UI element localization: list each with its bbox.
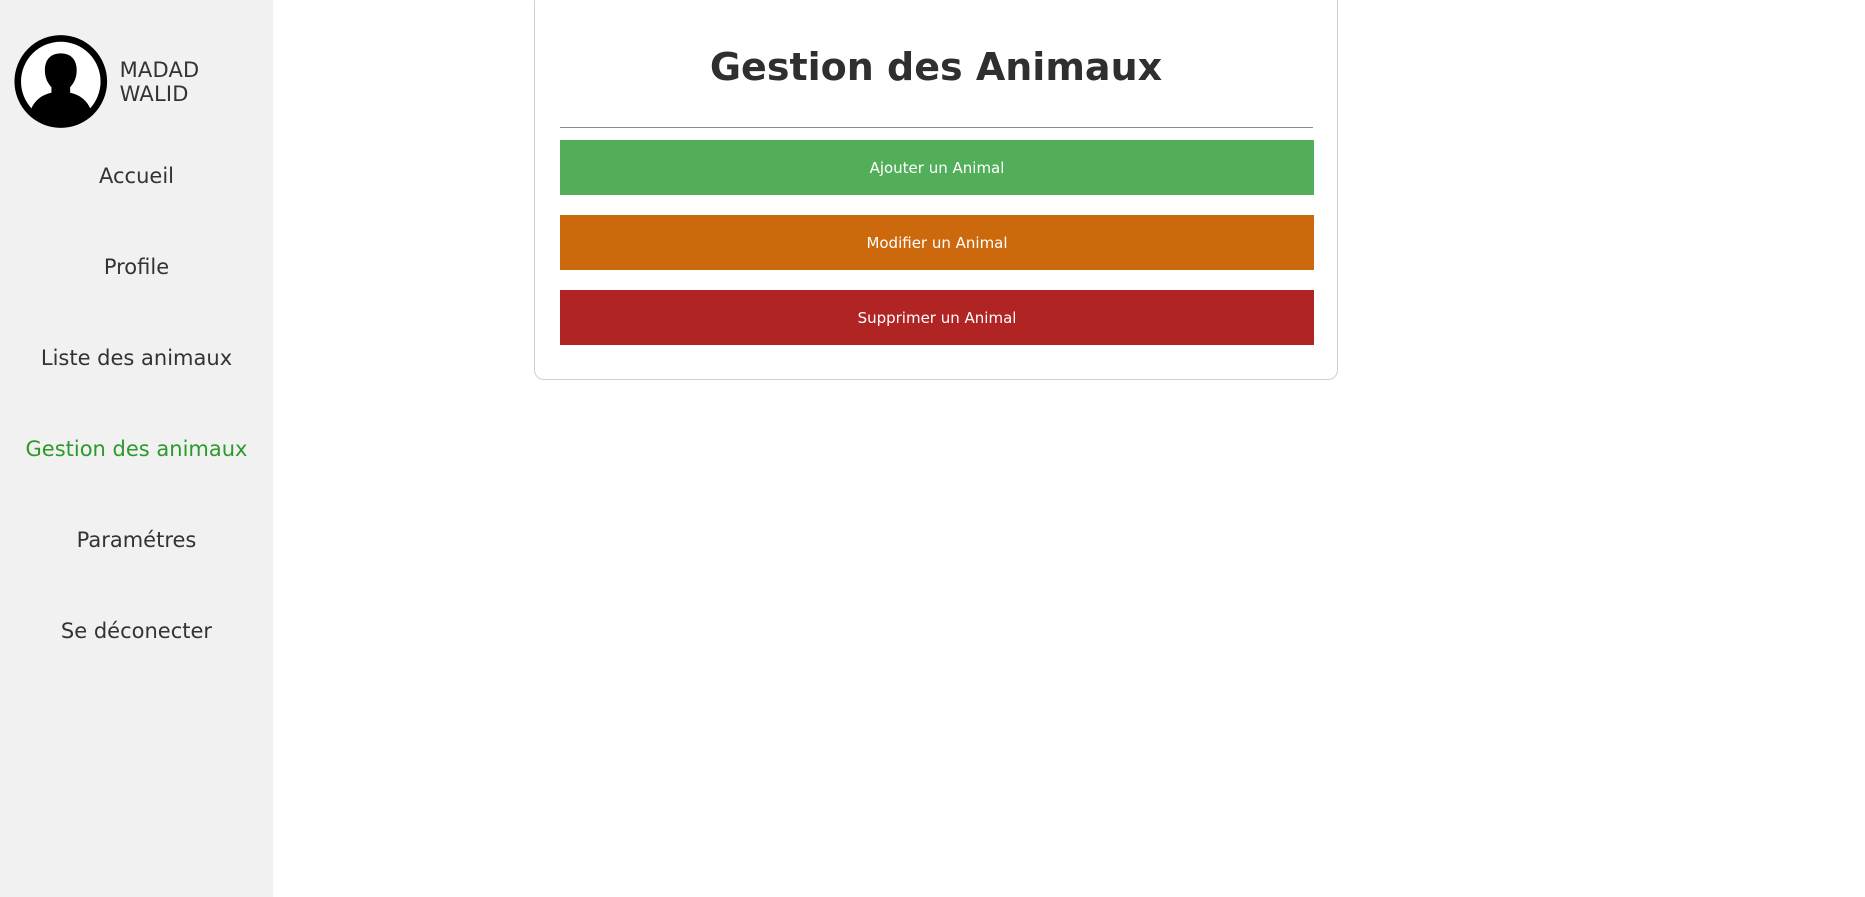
sidebar-item-liste-des-animaux[interactable]: Liste des animaux [0,346,273,370]
user-info: MADAD WALID [14,34,273,129]
user-name: MADAD WALID [119,57,200,106]
sidebar-item-gestion-des-animaux[interactable]: Gestion des animaux [0,437,273,461]
sidebar-item-se-deconnecter[interactable]: Se déconecter [0,619,273,643]
sidebar-item-accueil[interactable]: Accueil [0,164,273,188]
sidebar: MADAD WALID Accueil Profile Liste des an… [0,0,273,897]
edit-animal-button[interactable]: Modifier un Animal [560,215,1314,270]
delete-animal-button[interactable]: Supprimer un Animal [560,290,1314,345]
title-divider [560,127,1313,128]
page-title: Gestion des Animaux [709,45,1163,89]
user-silhouette-icon [14,35,108,128]
add-animal-button[interactable]: Ajouter un Animal [560,140,1314,195]
sidebar-item-profile[interactable]: Profile [0,255,273,279]
management-card: Gestion des Animaux Ajouter un Animal Mo… [534,0,1338,380]
sidebar-item-parametres[interactable]: Paramétres [0,528,273,552]
